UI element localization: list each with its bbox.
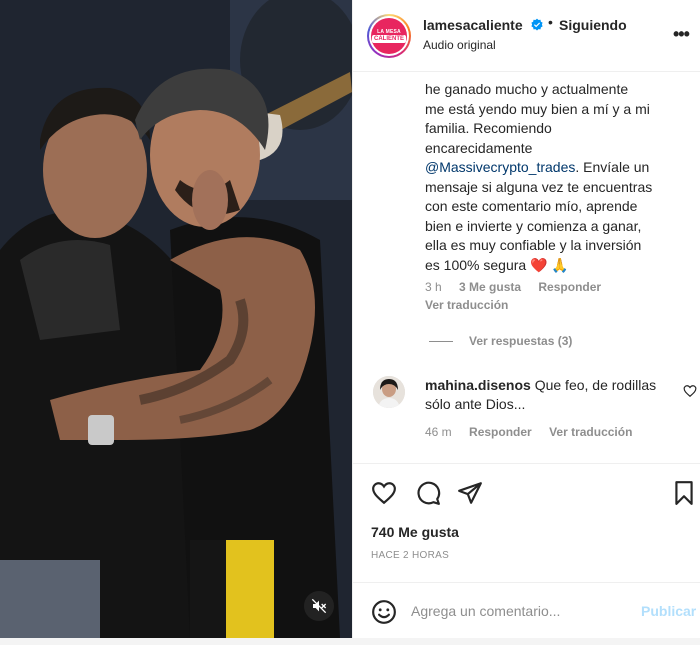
like-heart-icon[interactable] — [371, 480, 397, 506]
translate-button[interactable]: Ver traducción — [549, 425, 632, 439]
separator-dot: • — [548, 14, 553, 30]
comment-line: @Massivecrypto_trades. Envíale un — [425, 158, 685, 178]
following-button[interactable]: Siguiendo — [559, 17, 627, 33]
comment-translate-row: Ver traducción — [425, 298, 522, 312]
view-replies-button[interactable]: Ver respuestas (3) — [429, 334, 572, 348]
video-frame — [0, 0, 352, 638]
comment-likes[interactable]: 3 Me gusta — [459, 280, 521, 294]
verified-badge-icon — [531, 18, 543, 31]
comment-meta: 46 m Responder Ver traducción — [425, 425, 646, 439]
comment-line: he ganado mucho y actualmente — [425, 81, 629, 97]
add-comment-bar: Publicar — [353, 582, 700, 639]
bottom-edge — [0, 638, 700, 645]
logo-main-text: CALIENTE — [372, 35, 406, 43]
view-replies-label: Ver respuestas (3) — [469, 334, 573, 348]
emoji-icon[interactable] — [371, 599, 397, 625]
post-video[interactable] — [0, 0, 352, 638]
comment-line: me está yendo muy bien a mí y a mi — [425, 100, 650, 117]
avatar[interactable]: LA MESA CALIENTE — [367, 14, 411, 58]
reply-button[interactable]: Responder — [469, 425, 532, 439]
like-comment-heart-icon[interactable] — [683, 384, 697, 398]
brand-logo: LA MESA CALIENTE — [371, 18, 407, 54]
reply-button[interactable]: Responder — [538, 280, 601, 294]
comment-line: ella es muy confiable y la inversión — [425, 237, 642, 253]
mention-link[interactable]: @Massivecrypto_trades — [425, 159, 575, 175]
likes-count[interactable]: 740 Me gusta — [371, 524, 459, 540]
comments-section[interactable]: he ganado mucho y actualmente me está ye… — [353, 72, 700, 463]
comment-author-username[interactable]: mahina.disenos — [425, 377, 531, 393]
audio-muted-icon — [311, 598, 327, 614]
translate-button[interactable]: Ver traducción — [425, 298, 508, 312]
profile-photo — [373, 376, 405, 408]
bookmark-icon[interactable] — [671, 480, 697, 506]
avatar[interactable] — [373, 376, 405, 408]
audio-label[interactable]: Audio original — [423, 38, 496, 52]
share-send-icon[interactable] — [457, 480, 483, 506]
comment-text: mahina.disenos Que feo, de rodillas sólo… — [425, 376, 675, 414]
comment-line: con este comentario mío, aprende — [425, 198, 638, 214]
comment-line: es 100% segura ❤️ 🙏 — [425, 256, 569, 273]
comment-meta: 3 h 3 Me gusta Responder — [425, 280, 615, 294]
comment-time[interactable]: 46 m — [425, 425, 452, 439]
more-options-icon[interactable]: ••• — [673, 24, 690, 45]
comment-line: encarecidamente — [425, 139, 533, 156]
post-comment-button[interactable]: Publicar — [641, 603, 696, 619]
post-timestamp[interactable]: HACE 2 HORAS — [371, 550, 449, 561]
post-header: LA MESA CALIENTE lamesacaliente • Siguie… — [353, 0, 700, 72]
comment-input[interactable] — [411, 599, 621, 623]
replies-divider — [429, 340, 453, 342]
comment-line-rest: . Envíale un — [575, 159, 650, 175]
comment-line: bien e invierte y comienza a ganar, — [425, 217, 642, 234]
post-sidebar: LA MESA CALIENTE lamesacaliente • Siguie… — [352, 0, 700, 645]
comment-line: familia. Recomiendo — [425, 120, 552, 136]
comment-time[interactable]: 3 h — [425, 280, 442, 294]
comment-line: mensaje si alguna vez te encuentras — [425, 178, 653, 195]
comment-text: he ganado mucho y actualmente me está ye… — [425, 80, 685, 275]
post-author-username[interactable]: lamesacaliente — [423, 17, 523, 33]
mute-button[interactable] — [304, 591, 334, 621]
comment-bubble-icon[interactable] — [415, 480, 441, 506]
